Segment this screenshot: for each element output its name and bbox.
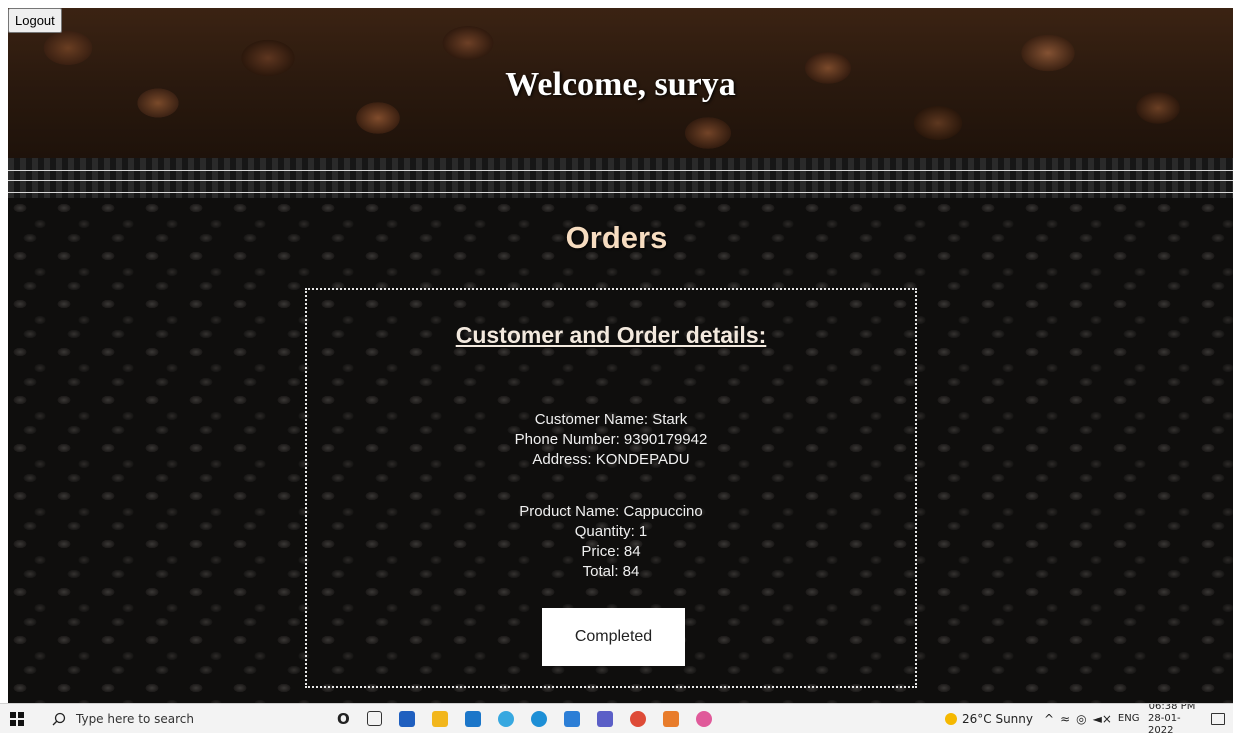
divider-line: [8, 170, 1233, 171]
edge-icon[interactable]: [530, 710, 547, 727]
wifi-icon[interactable]: ≈: [1060, 712, 1070, 726]
order-card: Customer and Order details: Customer Nam…: [305, 288, 917, 688]
weather-widget[interactable]: 26°C Sunny: [945, 704, 1033, 733]
start-button[interactable]: [10, 704, 24, 733]
taskbar-apps: O: [337, 704, 712, 733]
order-total: Total: 84: [582, 563, 640, 580]
search-icon: [52, 712, 66, 725]
taskbar: Type here to search O 26°C Sunny ^ ≈ ◎ ◄…: [0, 703, 1233, 733]
sun-icon: [945, 712, 957, 725]
clock-time: 06:38 PM: [1148, 704, 1196, 712]
ie-icon[interactable]: [497, 710, 514, 727]
windows-icon: [10, 711, 24, 726]
mail-icon[interactable]: [464, 710, 481, 727]
customer-address: Address: KONDEPADU: [532, 451, 690, 468]
store-icon[interactable]: [398, 710, 415, 727]
order-price: Price: 84: [581, 543, 641, 560]
clock-date: 28-01-2022: [1148, 712, 1181, 733]
notifications-button[interactable]: [1211, 704, 1225, 733]
clock[interactable]: 06:38 PM 28-01-2022: [1148, 704, 1196, 733]
file-explorer-icon[interactable]: [431, 710, 448, 727]
paint-icon[interactable]: [695, 710, 712, 727]
weather-text: 26°C Sunny: [962, 711, 1033, 726]
search-placeholder: Type here to search: [76, 711, 194, 726]
system-tray: ^ ≈ ◎ ◄× ENG: [1044, 704, 1139, 733]
order-quantity: Quantity: 1: [574, 523, 648, 540]
divider-line: [8, 192, 1233, 193]
chrome-icon[interactable]: [629, 710, 646, 727]
orders-heading: Orders: [565, 220, 668, 255]
notification-icon: [1211, 712, 1225, 725]
customer-name: Customer Name: Stark: [534, 411, 688, 428]
header-banner: Welcome, surya: [8, 8, 1233, 158]
details-heading: Customer and Order details:: [455, 322, 767, 348]
customer-phone: Phone Number: 9390179942: [514, 431, 708, 448]
divider-line: [8, 180, 1233, 181]
teams-icon[interactable]: [596, 710, 613, 727]
office-icon[interactable]: [662, 710, 679, 727]
divider-band: [8, 158, 1233, 198]
network-icon[interactable]: ◎: [1076, 712, 1086, 726]
language-indicator[interactable]: ENG: [1118, 713, 1140, 724]
task-view-icon[interactable]: [366, 711, 382, 726]
skype-icon[interactable]: [563, 710, 580, 727]
cortana-icon[interactable]: O: [337, 710, 350, 728]
welcome-title: Welcome, surya: [505, 66, 736, 103]
taskbar-search[interactable]: Type here to search: [52, 704, 194, 733]
volume-icon[interactable]: ◄×: [1093, 712, 1112, 726]
completed-button[interactable]: Completed: [542, 608, 685, 666]
product-name: Product Name: Cappuccino: [519, 503, 703, 520]
logout-button[interactable]: Logout: [8, 8, 62, 33]
chevron-up-icon[interactable]: ^: [1044, 712, 1054, 726]
